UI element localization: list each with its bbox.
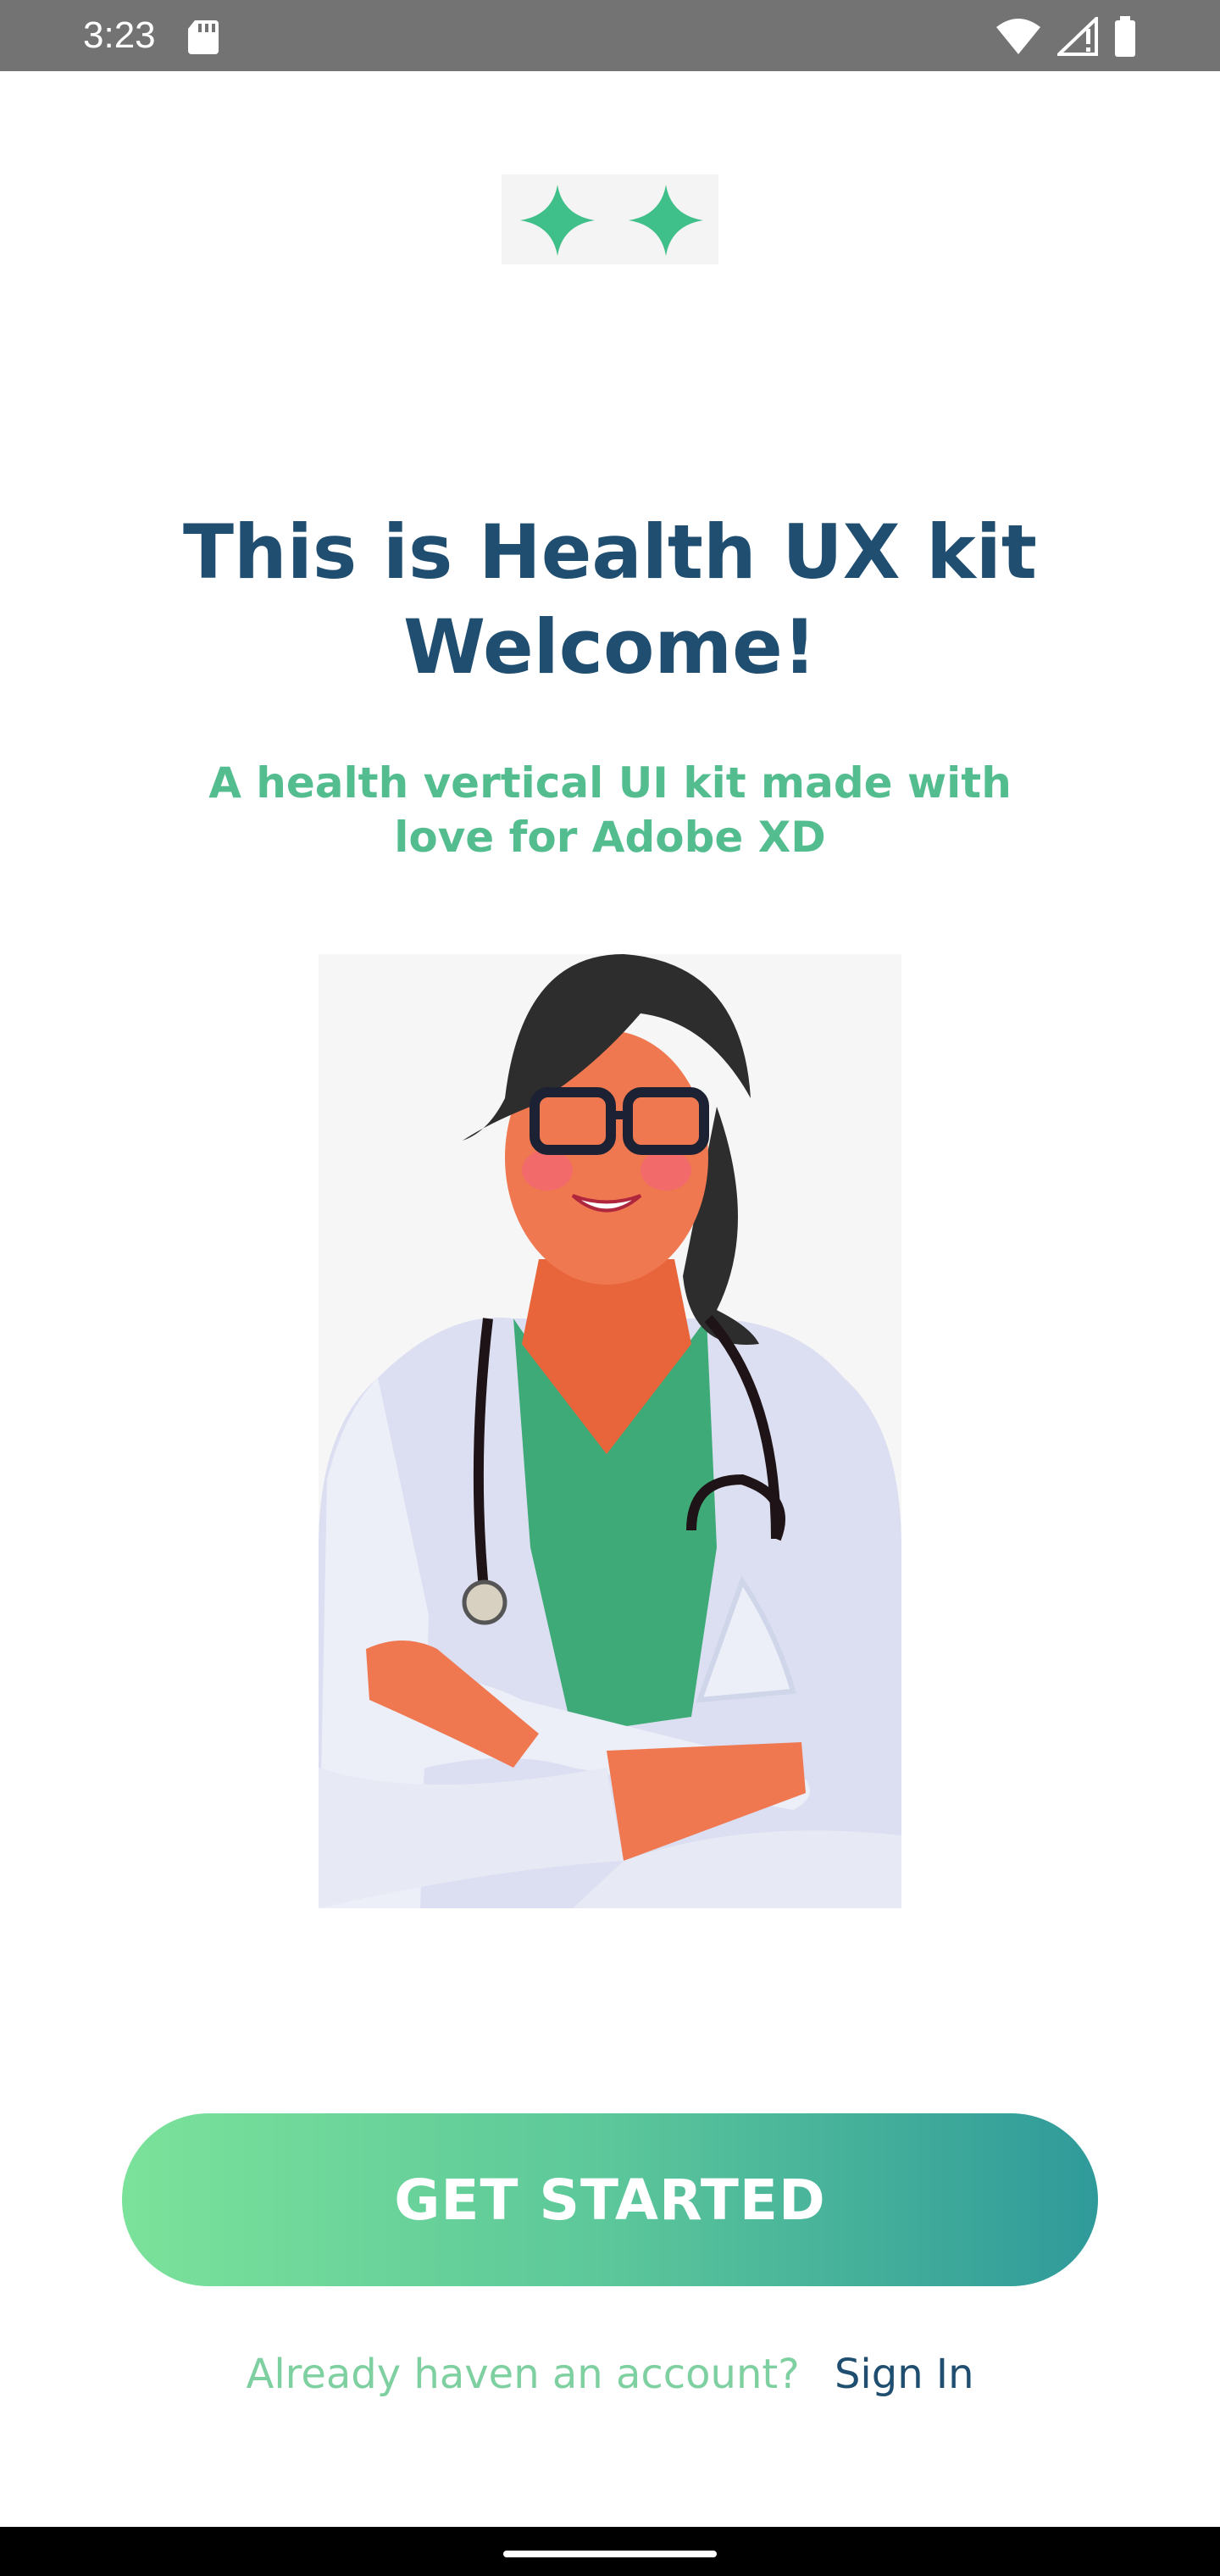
subtitle-line-2: love for Adobe XD bbox=[394, 813, 826, 862]
signin-row: Already haven an account? Sign In bbox=[0, 2347, 1220, 2401]
app-logo bbox=[502, 175, 718, 264]
signin-link[interactable]: Sign In bbox=[835, 2351, 974, 2398]
subtitle-line-1: A health vertical UI kit made with bbox=[208, 758, 1012, 808]
system-nav-bar bbox=[0, 2527, 1220, 2576]
title-line-2: Welcome! bbox=[403, 603, 817, 691]
status-time: 3:23 bbox=[83, 14, 156, 56]
status-icons bbox=[995, 15, 1137, 58]
wifi-icon bbox=[996, 19, 1040, 54]
health-plus-logo-icon bbox=[520, 185, 703, 256]
sd-card-icon bbox=[188, 20, 219, 54]
signal-icon bbox=[1057, 17, 1098, 56]
signin-prompt: Already haven an account? bbox=[246, 2351, 800, 2398]
home-indicator[interactable] bbox=[503, 2551, 717, 2557]
status-bar: 3:23 bbox=[0, 0, 1220, 71]
page-subtitle: A health vertical UI kit made with love … bbox=[186, 756, 1034, 864]
page-title: This is Health UX kit Welcome! bbox=[102, 505, 1118, 695]
doctor-illustration-icon bbox=[319, 954, 901, 1908]
doctor-illustration bbox=[319, 954, 901, 1908]
title-line-1: This is Health UX kit bbox=[183, 508, 1037, 596]
get-started-button[interactable]: GET STARTED bbox=[122, 2113, 1098, 2286]
welcome-screen: 3:23 This is Health UX kit Welcome! A he… bbox=[0, 0, 1220, 2576]
battery-icon bbox=[1115, 16, 1135, 57]
